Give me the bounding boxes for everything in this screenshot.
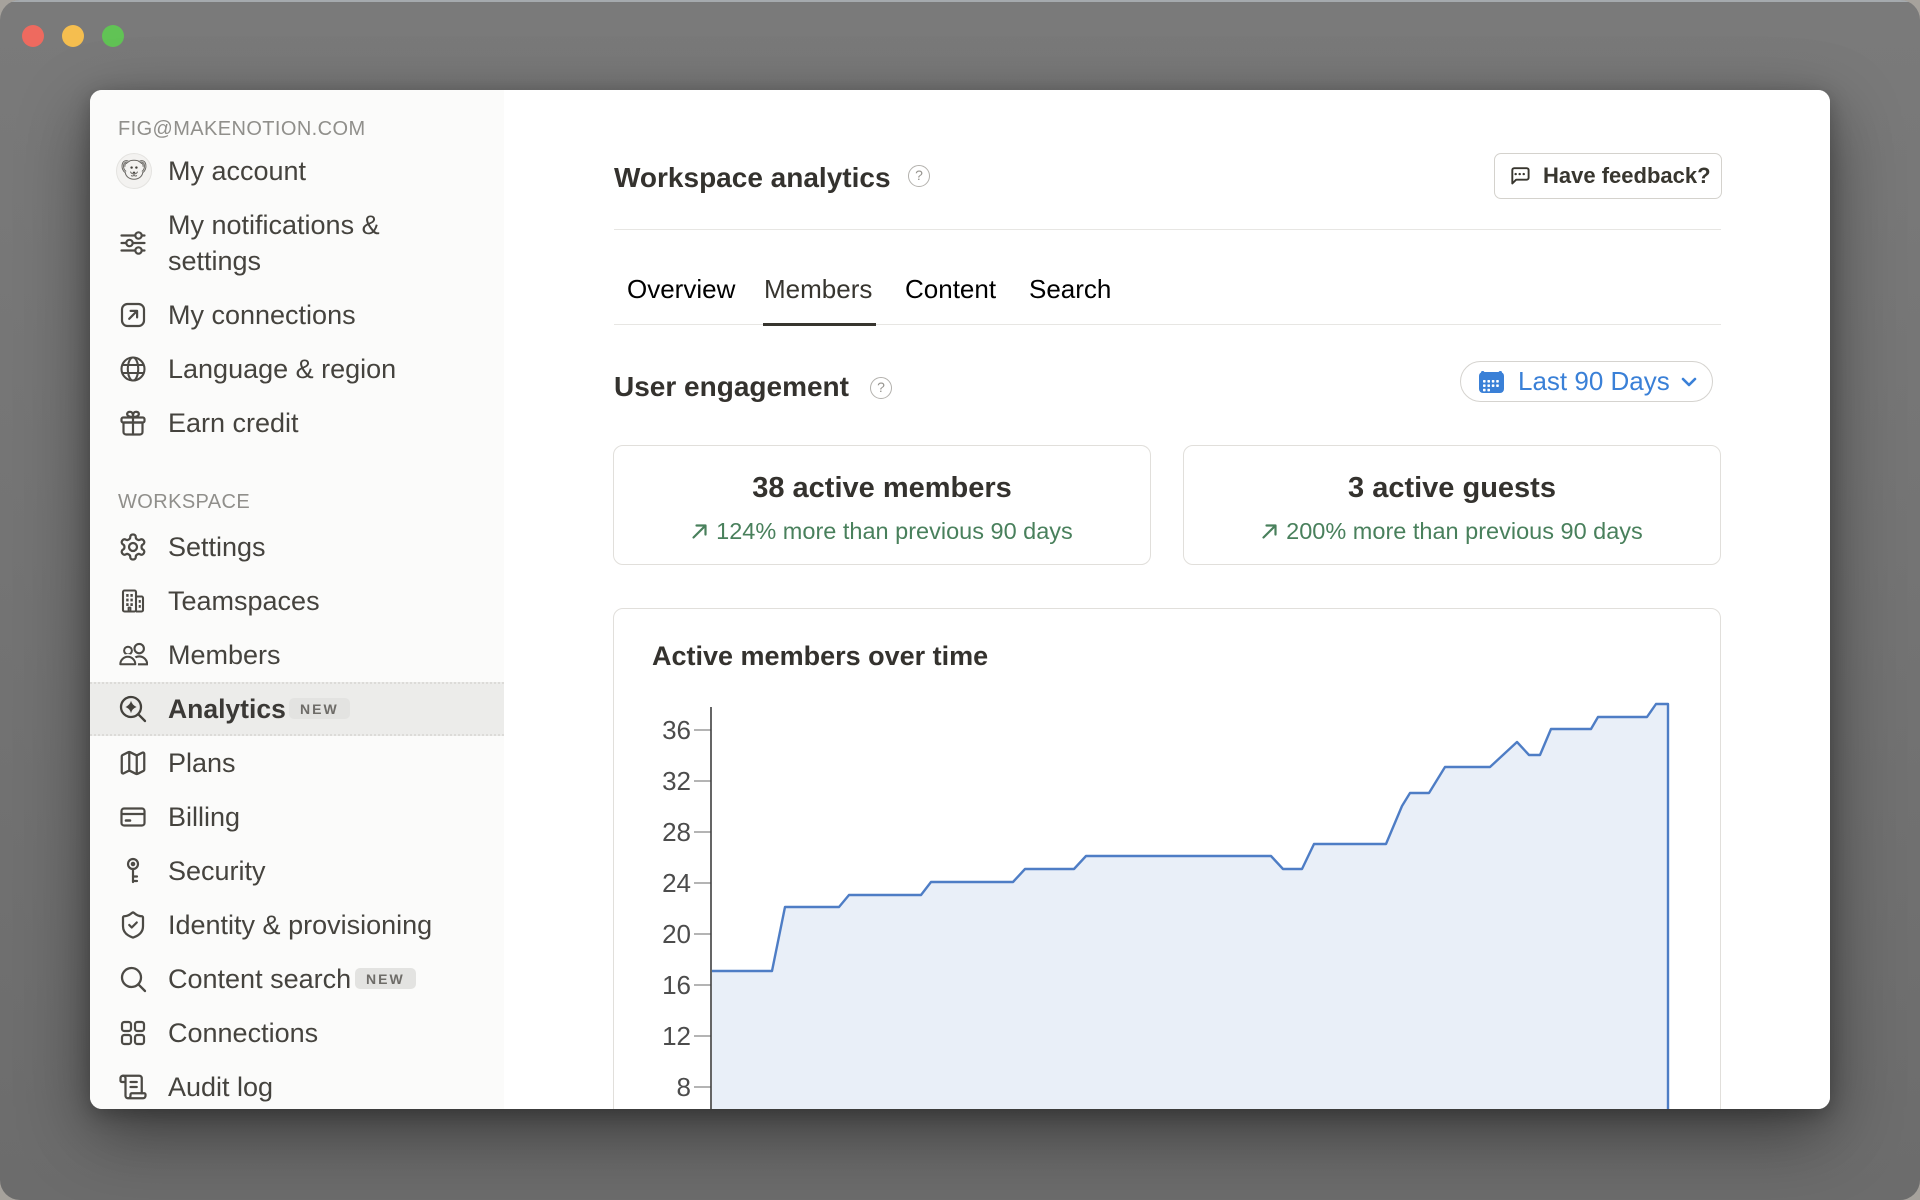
svg-text:20: 20 [662, 919, 691, 949]
svg-text:36: 36 [662, 715, 691, 745]
svg-text:12: 12 [662, 1021, 691, 1051]
svg-text:8: 8 [677, 1072, 691, 1102]
svg-text:32: 32 [662, 766, 691, 796]
svg-text:24: 24 [662, 868, 691, 898]
svg-text:16: 16 [662, 970, 691, 1000]
svg-text:28: 28 [662, 817, 691, 847]
